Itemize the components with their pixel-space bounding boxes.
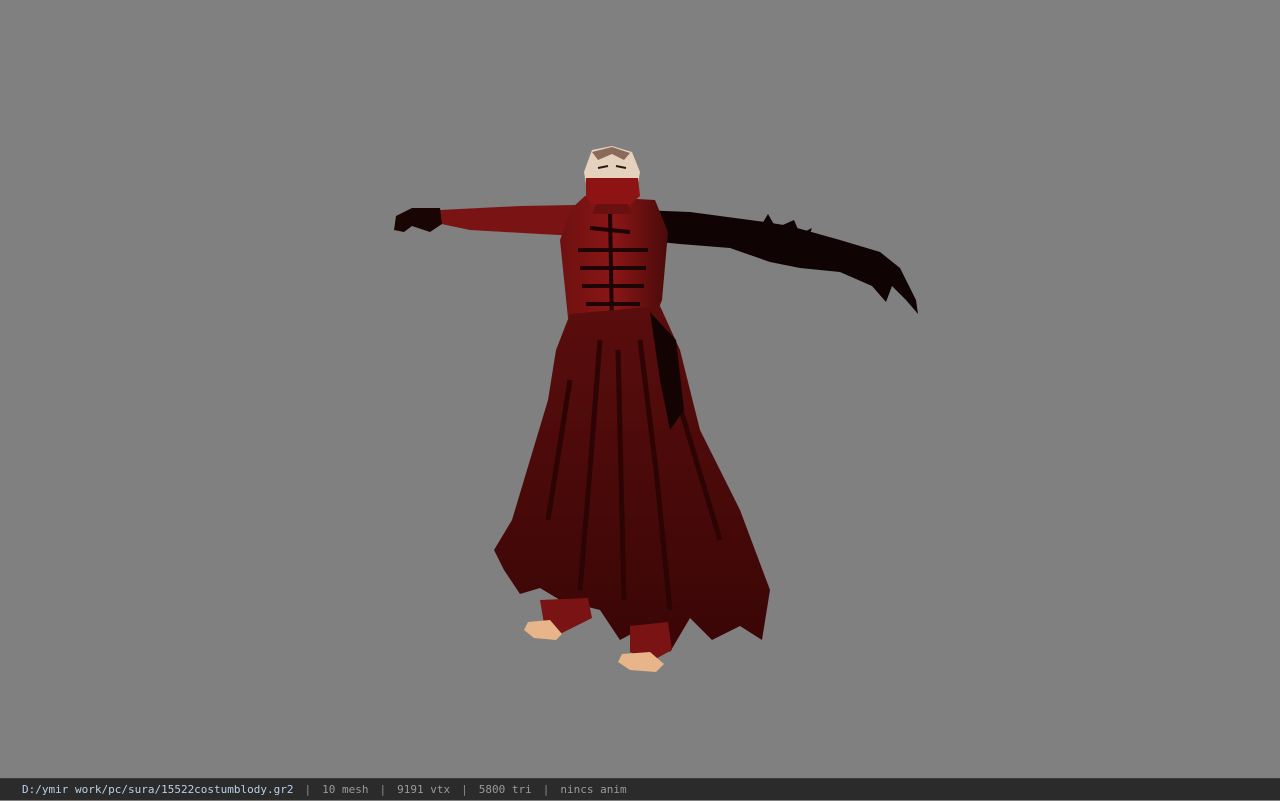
animation-status: nincs anim <box>560 782 627 796</box>
triangle-count: 5800 tri <box>478 782 532 796</box>
right-arm <box>640 210 918 314</box>
separator: | <box>461 782 468 796</box>
mesh-count: 10 mesh <box>322 782 369 796</box>
status-bar: D:/ymir work/pc/sura/15522costumblody.gr… <box>0 778 1280 800</box>
file-path: D:/ymir work/pc/sura/15522costumblody.gr… <box>22 782 294 796</box>
vertex-count: 9191 vtx <box>397 782 451 796</box>
left-glove <box>394 208 442 232</box>
separator: | <box>304 782 312 796</box>
left-arm <box>432 205 578 236</box>
separator: | <box>542 782 550 796</box>
robe <box>494 306 770 652</box>
character-model <box>394 146 918 672</box>
model-viewport[interactable] <box>0 0 1280 778</box>
neck <box>592 204 632 214</box>
separator: | <box>379 782 387 796</box>
